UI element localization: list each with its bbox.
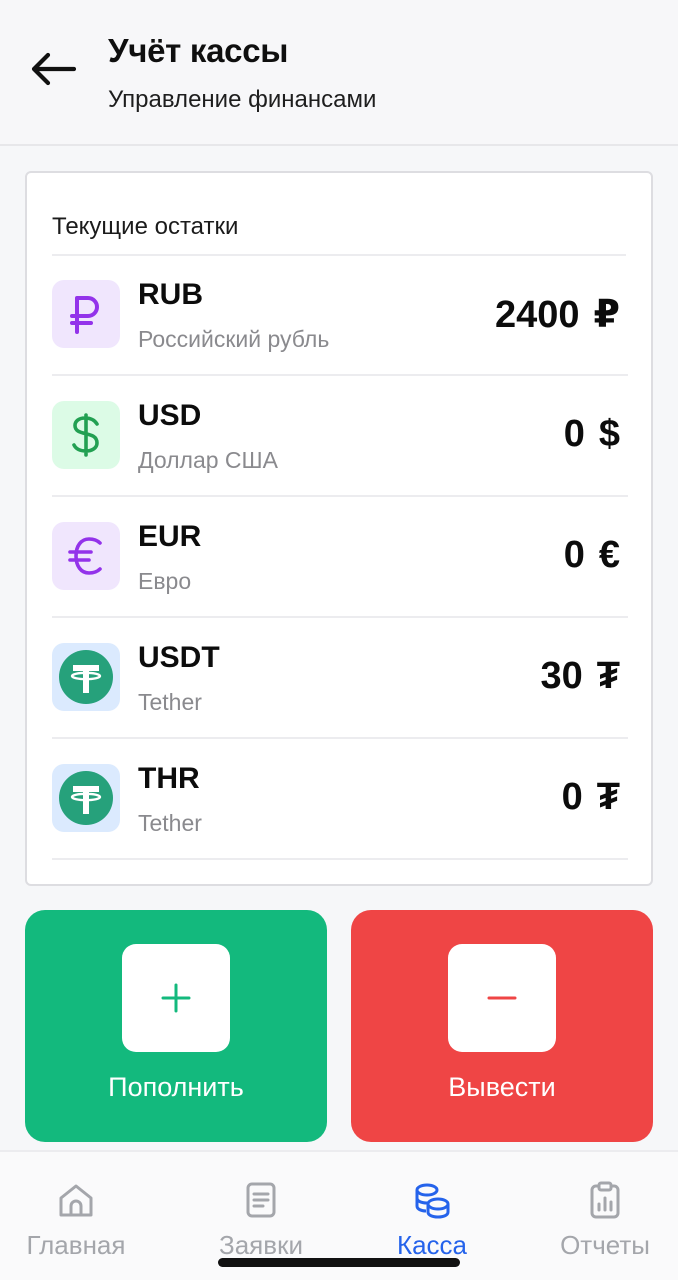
balance-row-eur: EUR Евро 0 € bbox=[52, 498, 628, 618]
currency-code: THR bbox=[138, 762, 200, 795]
balance-row-rub: RUB Российский рубль 2400 ₽ bbox=[52, 256, 628, 376]
balance-row-usdt: USDT Tether 30 ₮ bbox=[52, 619, 628, 739]
row-divider bbox=[52, 737, 628, 739]
euro-icon bbox=[52, 522, 120, 590]
currency-code: EUR bbox=[138, 520, 202, 553]
plus-icon bbox=[122, 944, 230, 1052]
dollar-icon bbox=[52, 401, 120, 469]
page-title: Учёт кассы bbox=[108, 32, 289, 69]
tether-icon bbox=[52, 643, 120, 711]
currency-code: USD bbox=[138, 399, 202, 432]
withdraw-label: Вывести bbox=[448, 1072, 556, 1102]
currency-amount: 0 $ bbox=[563, 413, 620, 455]
currency-amount: 0 ₮ bbox=[561, 776, 620, 818]
balance-row-thr: THR Tether 0 ₮ bbox=[52, 740, 628, 860]
balance-row-usd: USD Доллар США 0 $ bbox=[52, 377, 628, 497]
arrow-left-icon bbox=[31, 52, 76, 86]
home-icon bbox=[59, 1184, 93, 1217]
currency-name: Tether bbox=[138, 689, 202, 715]
nav-item-home[interactable]: Главная bbox=[1, 1180, 151, 1260]
currency-amount: 30 ₮ bbox=[540, 655, 621, 697]
currency-code: RUB bbox=[138, 278, 203, 311]
document-icon bbox=[246, 1182, 276, 1218]
row-divider bbox=[52, 858, 628, 860]
nav-item-cash[interactable]: Касса bbox=[357, 1180, 507, 1260]
row-divider bbox=[52, 495, 628, 497]
nav-label: Отчеты bbox=[560, 1230, 650, 1260]
minus-icon bbox=[448, 944, 556, 1052]
currency-amount: 0 € bbox=[563, 534, 620, 576]
coins-icon bbox=[415, 1183, 450, 1219]
currency-name: Евро bbox=[138, 568, 192, 594]
deposit-label: Пополнить bbox=[108, 1072, 244, 1102]
nav-item-reports[interactable]: Отчеты bbox=[530, 1180, 678, 1260]
deposit-button[interactable]: Пополнить bbox=[25, 910, 327, 1142]
withdraw-button[interactable]: Вывести bbox=[351, 910, 653, 1142]
balances-card: Текущие остатки RUB Российский рубль 240… bbox=[25, 171, 653, 886]
nav-label: Заявки bbox=[219, 1230, 303, 1260]
currency-name: Tether bbox=[138, 810, 202, 836]
currency-name: Российский рубль bbox=[138, 326, 330, 352]
row-divider bbox=[52, 616, 628, 618]
back-button[interactable] bbox=[24, 40, 82, 98]
clipboard-chart-icon bbox=[590, 1181, 620, 1219]
balances-title: Текущие остатки bbox=[52, 213, 239, 240]
ruble-icon bbox=[52, 280, 120, 348]
nav-label: Касса bbox=[396, 1230, 468, 1260]
currency-name: Доллар США bbox=[138, 447, 278, 473]
tether-icon bbox=[52, 764, 120, 832]
app-header: Учёт кассы Управление финансами bbox=[0, 0, 678, 146]
nav-item-requests[interactable]: Заявки bbox=[186, 1180, 336, 1260]
currency-code: USDT bbox=[138, 641, 220, 674]
page-subtitle: Управление финансами bbox=[108, 86, 377, 113]
currency-amount: 2400 ₽ bbox=[495, 294, 620, 336]
home-indicator bbox=[218, 1258, 460, 1267]
nav-label: Главная bbox=[26, 1230, 126, 1260]
row-divider bbox=[52, 374, 628, 376]
